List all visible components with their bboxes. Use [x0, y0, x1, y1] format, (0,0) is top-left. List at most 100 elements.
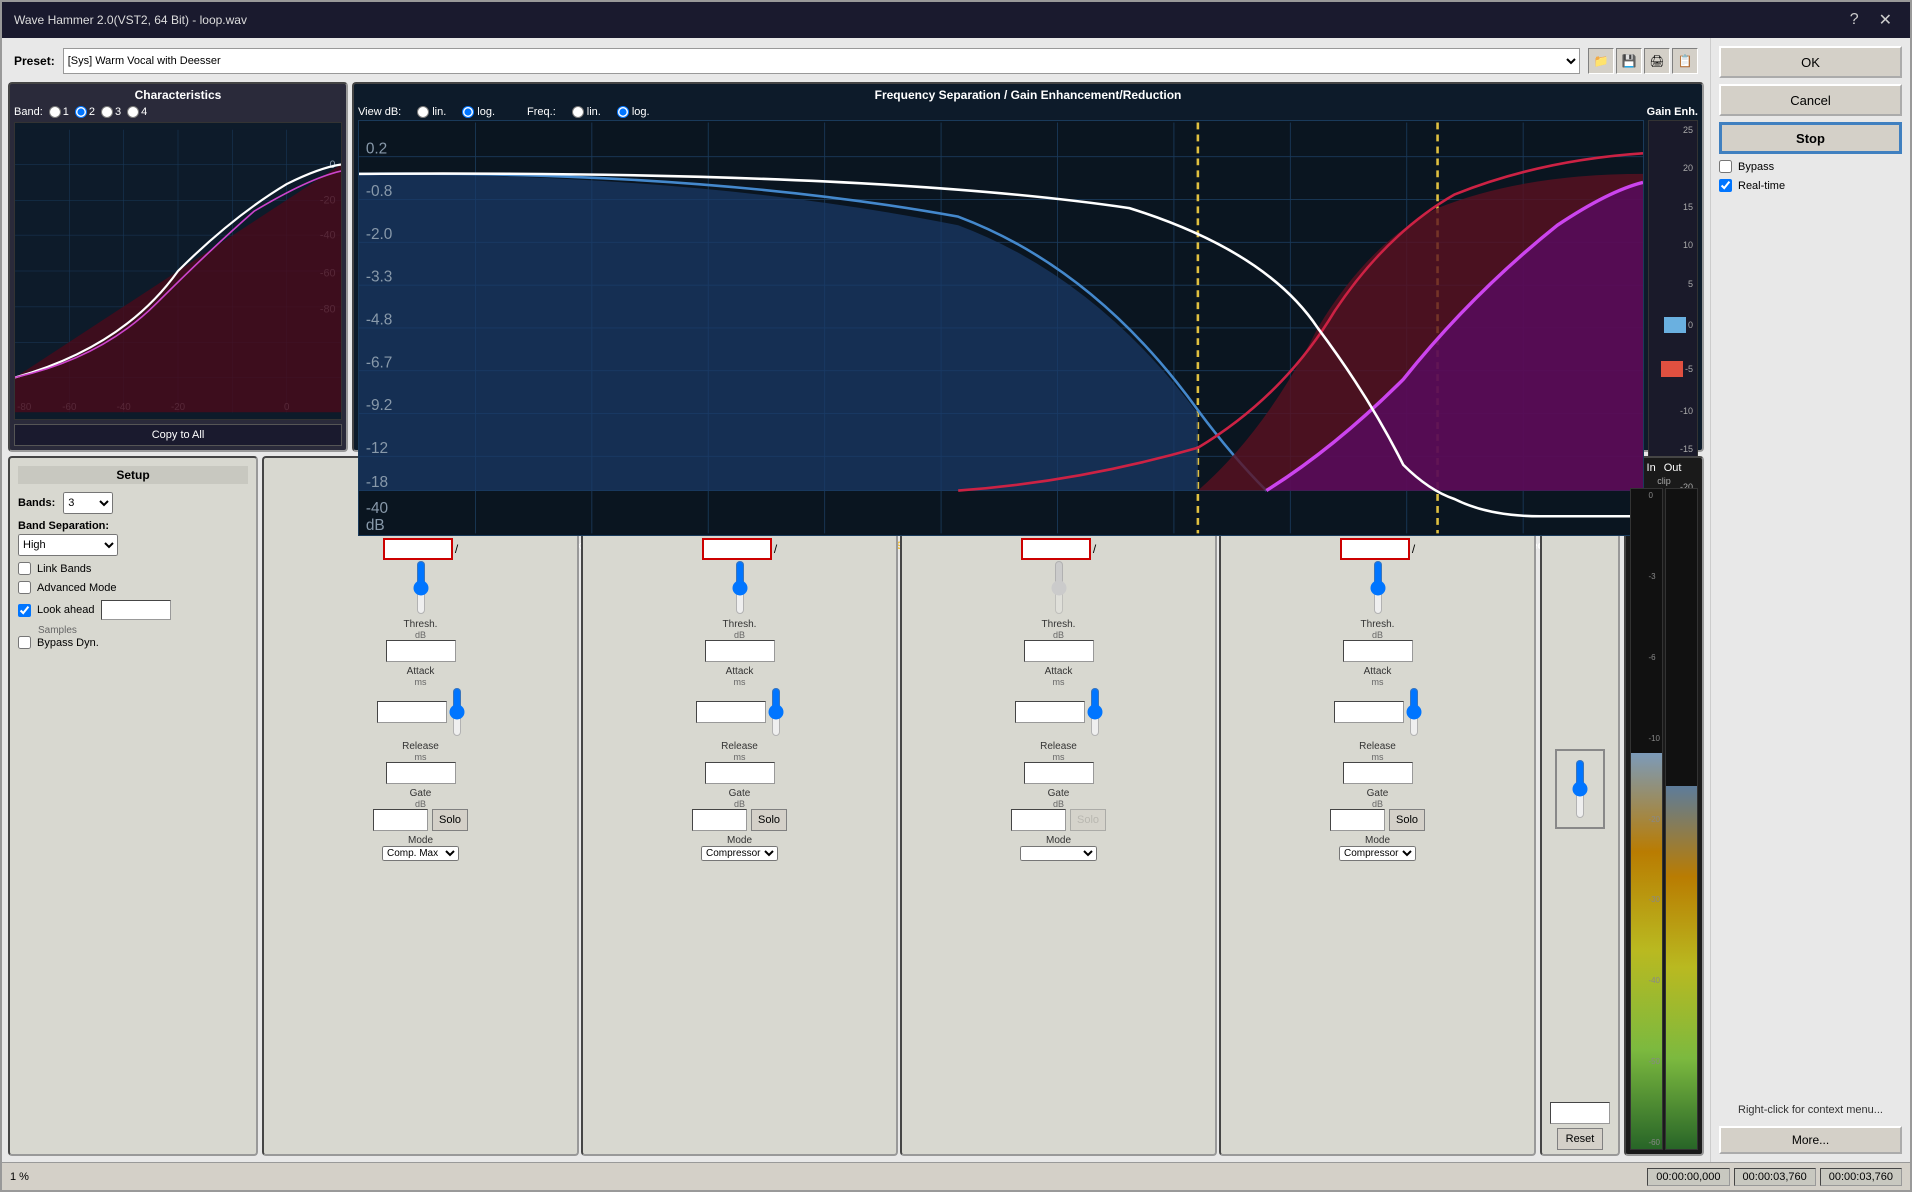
- bands-label: Bands:: [18, 497, 55, 509]
- band3-ratio-param: Ratio 2.00 /: [906, 527, 1211, 615]
- status-bar: 1 % 00:00:00,000 00:00:03,760 00:00:03,7…: [2, 1162, 1910, 1190]
- reset-btn[interactable]: Reset: [1557, 1128, 1604, 1150]
- band3-solo-btn[interactable]: Solo: [1070, 809, 1106, 831]
- band3-mode-select[interactable]: Comp. MaxCompressorExpanderGate: [1020, 846, 1097, 861]
- lookahead-input[interactable]: 12000: [101, 600, 171, 620]
- cancel-button[interactable]: Cancel: [1719, 84, 1902, 116]
- preset-print-btn[interactable]: 🖨: [1644, 48, 1670, 74]
- freq-lin-radio[interactable]: [572, 106, 584, 118]
- freq-log-radio[interactable]: [617, 106, 629, 118]
- band3-ratio-input[interactable]: 2.00: [1021, 538, 1091, 560]
- band2-thresh-input[interactable]: -30.0: [705, 640, 775, 662]
- band3-ratio-slider[interactable]: [1051, 560, 1067, 615]
- band1-attack-slider[interactable]: [449, 687, 465, 737]
- band2-mode-select[interactable]: CompressorComp. MaxExpanderGate: [701, 846, 778, 861]
- bypass-dyn-checkbox[interactable]: [18, 636, 31, 649]
- band4-ratio-slider[interactable]: [1370, 560, 1386, 615]
- band2-release-input[interactable]: 100.0: [705, 762, 775, 784]
- band3-radio[interactable]: [101, 106, 113, 118]
- band2-attack-param: Attack ms 20.0: [587, 666, 892, 737]
- band4-mode-label: Mode: [1365, 835, 1390, 846]
- vu-column: In Out clip 0 -3 -6 -10: [1624, 456, 1704, 1156]
- band4-mode-select[interactable]: CompressorComp. MaxExpanderGate: [1339, 846, 1416, 861]
- band4-gate-input[interactable]: -100: [1330, 809, 1385, 831]
- vu-label-60: -60: [1648, 1138, 1660, 1147]
- band1-slash: /: [455, 542, 458, 556]
- band1-mode-select[interactable]: Comp. MaxCompressorExpanderGate: [382, 846, 459, 861]
- vu-bars: 0 -3 -6 -10 -20 -30 -40 -50 -60: [1630, 488, 1698, 1150]
- band4-release-label: Release: [1359, 741, 1396, 752]
- band1-gate-unit: dB: [415, 799, 426, 809]
- advanced-mode-checkbox[interactable]: [18, 581, 31, 594]
- bands-row: Bands: 3124: [18, 492, 248, 514]
- band3-gate-input[interactable]: -100: [1011, 809, 1066, 831]
- svg-text:-40: -40: [366, 500, 388, 517]
- band2-thresh-param: Thresh. dB -30.0: [587, 619, 892, 662]
- band1-release-input[interactable]: 100.0: [386, 762, 456, 784]
- preset-copy-btn[interactable]: 📋: [1672, 48, 1698, 74]
- band2-attack-slider[interactable]: [768, 687, 784, 737]
- svg-text:-0.8: -0.8: [366, 183, 393, 200]
- band4-slash: /: [1412, 542, 1415, 556]
- band4-attack-input[interactable]: 20.0: [1334, 701, 1404, 723]
- band3-attack-slider[interactable]: [1087, 687, 1103, 737]
- band4-radio[interactable]: [127, 106, 139, 118]
- band3-attack-input[interactable]: 20.0: [1015, 701, 1085, 723]
- lookahead-label: Look ahead: [37, 604, 95, 616]
- advanced-mode-row: Advanced Mode: [18, 581, 248, 594]
- band1-radio[interactable]: [49, 106, 61, 118]
- main-window: Wave Hammer 2.0(VST2, 64 Bit) - loop.wav…: [0, 0, 1912, 1192]
- band4-gate-label: Gate: [1367, 788, 1389, 799]
- band2-attack-input[interactable]: 20.0: [696, 701, 766, 723]
- preset-select[interactable]: [Sys] Warm Vocal with Deesser: [63, 48, 1580, 74]
- band1-thresh-input[interactable]: -10.0: [386, 640, 456, 662]
- more-button[interactable]: More...: [1719, 1126, 1902, 1154]
- status-time3: 00:00:03,760: [1820, 1168, 1902, 1186]
- band2-gate-input[interactable]: -100: [692, 809, 747, 831]
- bypass-checkbox[interactable]: [1719, 160, 1732, 173]
- band4-thresh-unit: dB: [1372, 630, 1383, 640]
- stop-button[interactable]: Stop: [1719, 122, 1902, 154]
- band3-release-label: Release: [1040, 741, 1077, 752]
- band-sep-section: Band Separation: HighLowMediumVery High: [18, 520, 248, 556]
- band2-ratio-input[interactable]: 8.00: [702, 538, 772, 560]
- realtime-checkbox[interactable]: [1719, 179, 1732, 192]
- copy-to-all-btn[interactable]: Copy to All: [14, 424, 342, 446]
- band1-solo-btn[interactable]: Solo: [432, 809, 468, 831]
- band4-ratio-input[interactable]: 2.00: [1340, 538, 1410, 560]
- band4-release-input[interactable]: 100.0: [1343, 762, 1413, 784]
- preset-save-btn[interactable]: 💾: [1616, 48, 1642, 74]
- link-bands-checkbox[interactable]: [18, 562, 31, 575]
- bands-select[interactable]: 3124: [63, 492, 113, 514]
- band3-thresh-input[interactable]: -6.0: [1024, 640, 1094, 662]
- band4-solo-btn[interactable]: Solo: [1389, 809, 1425, 831]
- band4-attack-param: Attack ms 20.0: [1225, 666, 1530, 737]
- out-fader[interactable]: [1570, 759, 1590, 819]
- out-value-input[interactable]: 0.0: [1550, 1102, 1610, 1124]
- close-button[interactable]: ✕: [1873, 8, 1898, 32]
- band1-gate-input[interactable]: -100: [373, 809, 428, 831]
- vu-scale-labels: 0 -3 -6 -10 -20 -30 -40 -50 -60: [1648, 489, 1660, 1149]
- band1-ratio-input[interactable]: 2.50: [383, 538, 453, 560]
- band4-attack-slider[interactable]: [1406, 687, 1422, 737]
- samples-row: Samples: [18, 624, 248, 636]
- band1-attack-input[interactable]: 20.0: [377, 701, 447, 723]
- band4-thresh-input[interactable]: -20.0: [1343, 640, 1413, 662]
- ok-button[interactable]: OK: [1719, 46, 1902, 78]
- lin-radio-label: lin.: [417, 106, 446, 118]
- band1-release-unit: ms: [415, 752, 427, 762]
- lin-radio[interactable]: [417, 106, 429, 118]
- advanced-mode-label: Advanced Mode: [37, 582, 117, 594]
- help-button[interactable]: ?: [1844, 8, 1865, 32]
- band2-solo-btn[interactable]: Solo: [751, 809, 787, 831]
- log-radio[interactable]: [462, 106, 474, 118]
- preset-folder-btn[interactable]: 📁: [1588, 48, 1614, 74]
- lookahead-checkbox[interactable]: [18, 604, 31, 617]
- band3-release-input[interactable]: 100.0: [1024, 762, 1094, 784]
- band1-ratio-slider[interactable]: [413, 560, 429, 615]
- band1-thresh-label: Thresh.: [404, 619, 438, 630]
- band2-ratio-slider[interactable]: [732, 560, 748, 615]
- band2-radio[interactable]: [75, 106, 87, 118]
- band-sep-select[interactable]: HighLowMediumVery High: [18, 534, 118, 556]
- setup-panel: Setup Bands: 3124 Band Separation: HighL…: [8, 456, 258, 1156]
